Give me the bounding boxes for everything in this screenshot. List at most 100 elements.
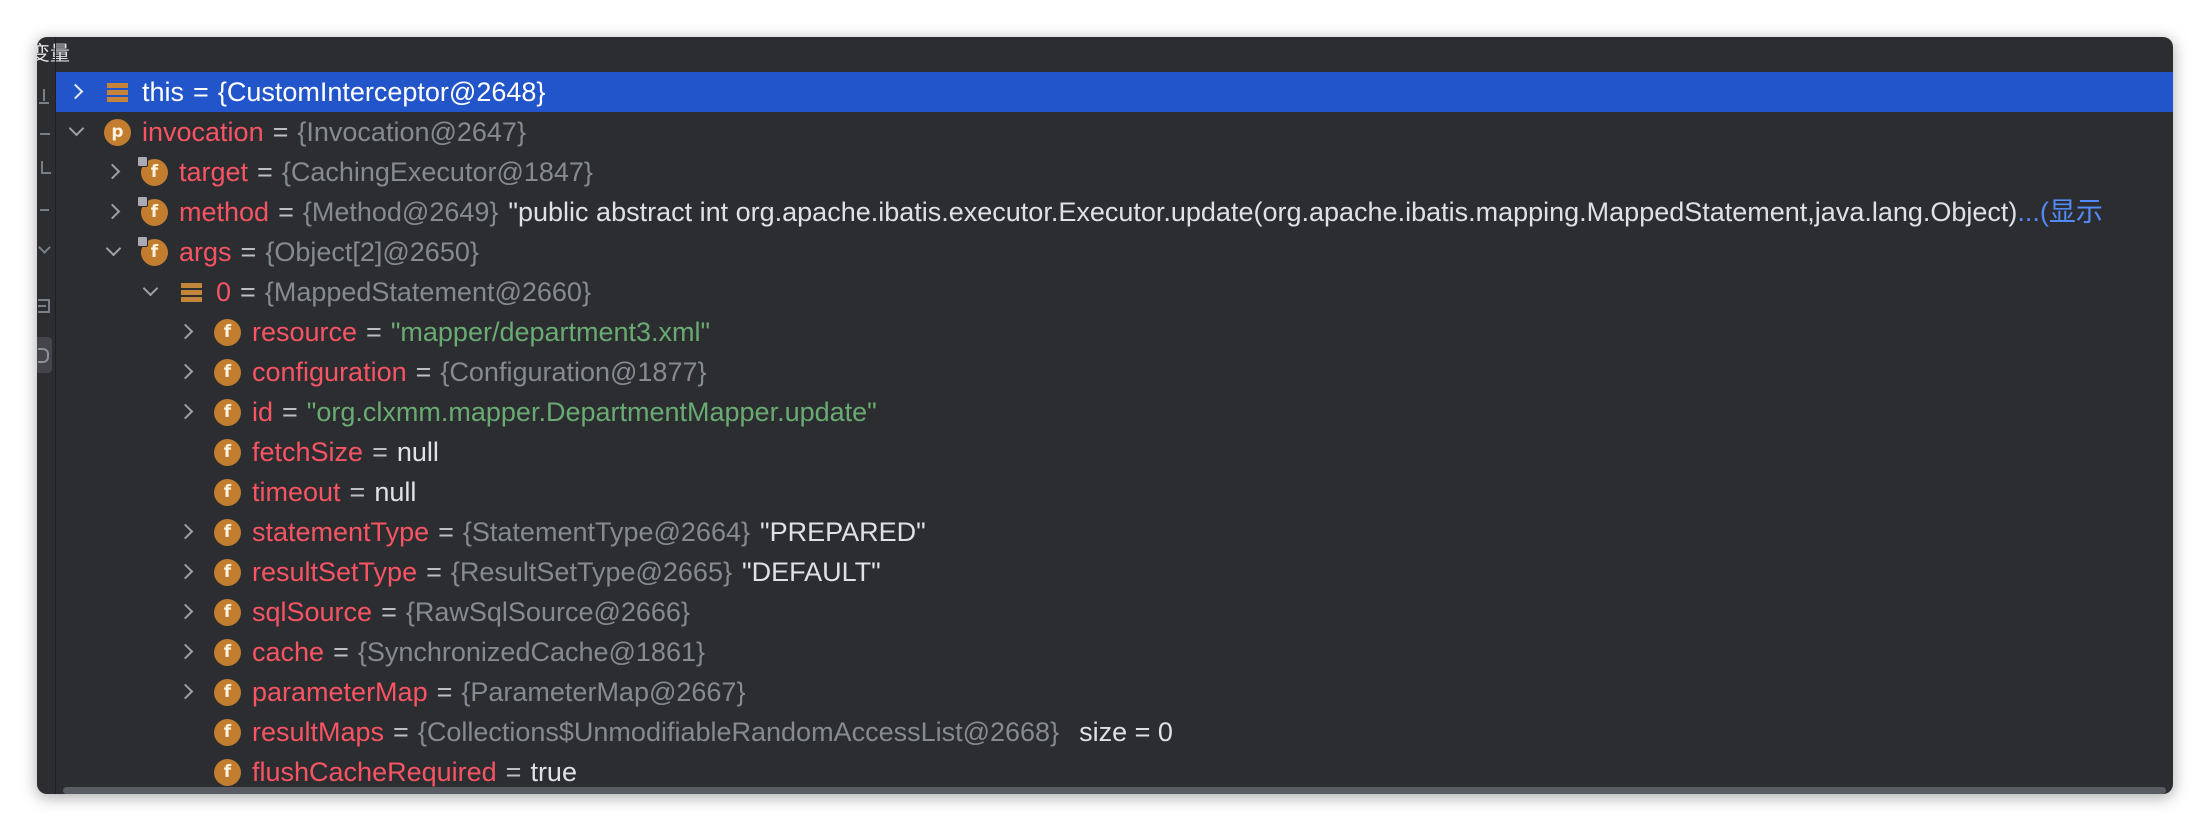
variable-name: timeout: [252, 477, 341, 507]
variable-row-cache[interactable]: cache = {SynchronizedCache@1861}: [56, 632, 2173, 672]
variable-row-resultsettype[interactable]: resultSetType = {ResultSetType@2665} "DE…: [56, 552, 2173, 592]
variable-value: null: [396, 437, 439, 467]
equals-sign: =: [438, 517, 454, 547]
object-icon: [178, 279, 205, 306]
variable-value: true: [530, 757, 577, 787]
show-full-value-link[interactable]: ...(显示: [2017, 192, 2103, 232]
equals-sign: =: [349, 477, 366, 507]
chevron-right-icon[interactable]: [176, 552, 198, 592]
variable-row-invocation[interactable]: invocation = {Invocation@2647}: [56, 112, 2173, 152]
variable-row-statementtype[interactable]: statementType = {StatementType@2664} "PR…: [56, 512, 2173, 552]
field-icon: [214, 518, 241, 546]
variable-name: this: [142, 77, 185, 107]
equals-sign: =: [415, 357, 432, 387]
field-icon: [214, 718, 241, 746]
variable-row-args[interactable]: args = {Object[2]@2650}: [56, 232, 2173, 272]
variable-row-this[interactable]: this = {CustomInterceptor@2648}: [56, 72, 2173, 112]
remove-watch-icon[interactable]: [40, 133, 50, 135]
variable-type: {SynchronizedCache@1861}: [357, 637, 705, 667]
chevron-right-icon[interactable]: [176, 672, 198, 712]
field-icon: [214, 758, 241, 786]
variable-name: fetchSize: [252, 437, 364, 467]
variable-row-parametermap[interactable]: parameterMap = {ParameterMap@2667}: [56, 672, 2173, 712]
field-icon: [214, 478, 241, 506]
variable-value: "DEFAULT": [741, 557, 881, 587]
chevron-right-icon[interactable]: [176, 312, 198, 352]
field-icon: [214, 558, 241, 586]
move-up-icon[interactable]: [41, 161, 51, 174]
equals-sign: =: [372, 437, 388, 467]
equals-sign: =: [193, 77, 209, 107]
chevron-down-icon[interactable]: [140, 272, 162, 312]
variable-name: id: [252, 397, 274, 427]
equals-sign: =: [505, 757, 522, 787]
variables-panel: 变量 this = {CustomInterceptor@2648} invoc…: [37, 37, 2173, 794]
variable-type: {Collections$UnmodifiableRandomAccessLis…: [417, 717, 1060, 747]
variable-type: {Configuration@1877}: [440, 357, 707, 387]
variable-name: resource: [252, 317, 358, 347]
variable-type: {CachingExecutor@1847}: [281, 157, 593, 187]
equals-sign: =: [436, 677, 453, 707]
field-icon: [214, 398, 241, 426]
variable-type: {ResultSetType@2665}: [450, 557, 732, 587]
variable-row-id[interactable]: id = "org.clxmm.mapper.DepartmentMapper.…: [56, 392, 2173, 432]
variable-row-resource[interactable]: resource = "mapper/department3.xml": [56, 312, 2173, 352]
move-down-icon[interactable]: [40, 209, 49, 211]
variable-value: null: [374, 477, 417, 507]
variable-name: flushCacheRequired: [252, 757, 497, 787]
variable-type: {Invocation@2647}: [297, 117, 526, 147]
variable-type: {ParameterMap@2667}: [461, 677, 746, 707]
variable-row-timeout[interactable]: timeout = null: [56, 472, 2173, 512]
chevron-down-icon[interactable]: [103, 232, 125, 272]
chevron-right-icon[interactable]: [103, 152, 125, 192]
horizontal-scrollbar[interactable]: [63, 787, 2166, 794]
variable-row-configuration[interactable]: configuration = {Configuration@1877}: [56, 352, 2173, 392]
variable-row-target[interactable]: target = {CachingExecutor@1847}: [56, 152, 2173, 192]
chevron-down-icon[interactable]: [66, 112, 88, 152]
variable-row-flushcacherequired[interactable]: flushCacheRequired = true: [56, 752, 2173, 792]
variables-tree: this = {CustomInterceptor@2648} invocati…: [56, 72, 2173, 792]
variable-row-fetchsize[interactable]: fetchSize = null: [56, 432, 2173, 472]
equals-sign: =: [257, 157, 273, 187]
variable-name: args: [179, 237, 232, 267]
field-icon: [214, 438, 241, 466]
chevron-right-icon[interactable]: [176, 392, 198, 432]
equals-sign: =: [282, 397, 298, 427]
chevron-right-icon[interactable]: [176, 632, 198, 672]
equals-sign: =: [272, 117, 289, 147]
field-icon: [214, 598, 241, 626]
final-field-icon: [137, 195, 168, 226]
parameter-icon: [104, 118, 131, 146]
string-value: "org.clxmm.mapper.DepartmentMapper.updat…: [306, 397, 877, 427]
variable-name: cache: [252, 637, 325, 667]
variable-row-sqlsource[interactable]: sqlSource = {RawSqlSource@2666}: [56, 592, 2173, 632]
variable-name: sqlSource: [252, 597, 373, 627]
field-icon: [214, 678, 241, 706]
show-watches-icon[interactable]: [37, 337, 52, 373]
field-icon: [214, 638, 241, 666]
chevron-right-icon[interactable]: [176, 592, 198, 632]
chevron-right-icon[interactable]: [66, 72, 88, 112]
variable-name: resultMaps: [252, 717, 385, 747]
variable-row-0[interactable]: 0 = {MappedStatement@2660}: [56, 272, 2173, 312]
chevron-right-icon[interactable]: [103, 192, 125, 232]
variable-row-resultmaps[interactable]: resultMaps = {Collections$UnmodifiableRa…: [56, 712, 2173, 752]
add-watch-icon[interactable]: [39, 89, 49, 104]
field-icon: [214, 358, 241, 386]
variable-name: target: [179, 157, 249, 187]
variable-value: "public abstract int org.apache.ibatis.e…: [508, 197, 2018, 227]
variable-row-method[interactable]: method = {Method@2649} "public abstract …: [56, 192, 2173, 232]
equals-sign: =: [381, 597, 397, 627]
chevron-right-icon[interactable]: [176, 512, 198, 552]
duplicate-icon[interactable]: [38, 241, 51, 254]
final-field-icon: [137, 235, 168, 266]
variable-type: {CustomInterceptor@2648}: [217, 77, 546, 107]
chevron-right-icon[interactable]: [176, 352, 198, 392]
table-view-icon[interactable]: [38, 299, 50, 313]
equals-sign: =: [333, 637, 349, 667]
equals-sign: =: [366, 317, 382, 347]
variable-type: {Object[2]@2650}: [265, 237, 479, 267]
